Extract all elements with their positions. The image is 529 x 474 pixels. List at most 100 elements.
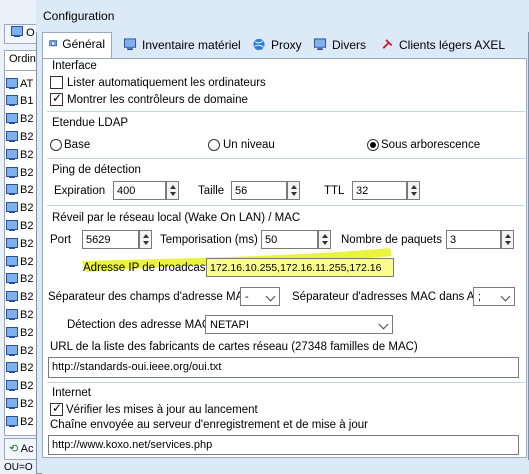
background-list-item[interactable]: B2 <box>6 342 40 359</box>
tab-label: Divers <box>332 38 367 52</box>
background-list-item[interactable]: B2 <box>6 271 40 288</box>
tab-label: Inventaire matériel <box>142 38 241 52</box>
monitor-icon <box>123 38 137 51</box>
background-list-item[interactable]: B2 <box>6 324 40 341</box>
background-list-item[interactable]: B2 <box>6 289 40 306</box>
background-list-item-label: B2 <box>20 184 34 197</box>
background-list-item[interactable]: B2 <box>6 378 40 395</box>
dialog-title: Configuration <box>43 9 115 23</box>
check-updates-checkbox[interactable] <box>50 401 63 416</box>
computer-icon <box>6 113 18 125</box>
radio-base[interactable] <box>50 139 62 151</box>
background-list-item[interactable]: B2 <box>6 395 40 412</box>
computer-icon <box>11 26 23 37</box>
dialog-footer <box>42 460 529 474</box>
size-label: Taille <box>198 185 225 197</box>
background-list-item[interactable]: B2 <box>6 128 40 145</box>
show-dc-checkbox[interactable] <box>50 91 63 106</box>
background-list-item-label: B2 <box>20 166 34 179</box>
background-list-item[interactable]: AT <box>6 75 40 92</box>
background-list-item-label: B2 <box>20 130 34 143</box>
background-list-item[interactable]: B1 <box>6 93 40 110</box>
background-list-item-label: B2 <box>20 362 34 375</box>
vendor-url-input[interactable]: http://standards-oui.ieee.org/oui.txt <box>48 357 519 378</box>
computer-icon <box>6 255 18 267</box>
background-list-item[interactable]: B2 <box>6 182 40 199</box>
background-list-item[interactable]: B2 <box>6 217 40 234</box>
tab-inventory[interactable]: Inventaire matériel <box>117 34 247 58</box>
expiration-input[interactable]: 400 <box>113 181 166 200</box>
background-list-item-label: B2 <box>20 255 34 268</box>
tab-divers[interactable]: Divers <box>307 34 372 58</box>
mac-detection-select[interactable]: NETAPI <box>205 315 393 334</box>
background-list-item[interactable]: B2 <box>6 111 40 128</box>
background-list-item[interactable]: B2 <box>6 306 40 323</box>
computer-icon <box>6 219 18 231</box>
tab-thin-clients[interactable]: Clients légers AXEL <box>374 34 511 58</box>
background-list-item[interactable]: B2 <box>6 164 40 181</box>
packets-input[interactable]: 3 <box>446 230 501 249</box>
computer-icon <box>6 326 18 338</box>
background-list-item-label: B2 <box>20 291 34 304</box>
background-list-item-label: B2 <box>20 397 34 410</box>
radio-one-level[interactable] <box>208 139 220 151</box>
background-list-item[interactable]: B2 <box>6 253 40 270</box>
background-list-item[interactable]: B2 <box>6 235 40 252</box>
registration-string-label: Chaîne envoyée au serveur d'enregistreme… <box>50 419 368 431</box>
background-list-item-label: AT <box>20 77 34 90</box>
show-dc-label: Montrer les contrôleurs de domaine <box>67 94 248 106</box>
auto-list-checkbox[interactable] <box>50 76 63 89</box>
background-list-item-label: B2 <box>20 308 34 321</box>
computer-icon <box>6 166 18 178</box>
background-button-label: Ac <box>20 443 34 455</box>
background-list-item-label: B1 <box>20 95 34 108</box>
section-divider <box>47 111 525 112</box>
computer-icon <box>6 148 18 160</box>
expiration-label: Expiration <box>54 185 106 197</box>
size-input[interactable]: 56 <box>231 181 287 200</box>
packets-spinner[interactable] <box>501 230 514 249</box>
background-action-button[interactable]: ⟲ Ac <box>4 438 40 460</box>
expiration-spinner[interactable] <box>166 181 179 200</box>
background-tab[interactable]: O <box>4 24 40 44</box>
check-updates-label: Vérifier les mises à jour au lancement <box>66 404 258 416</box>
computer-icon <box>6 202 18 214</box>
section-ldap-title: Etendue LDAP <box>52 117 129 129</box>
radio-subtree[interactable] <box>367 139 379 151</box>
ttl-spinner[interactable] <box>407 181 420 200</box>
chevron-down-icon <box>500 291 511 302</box>
mac-separator-select[interactable]: - <box>240 287 280 306</box>
background-list-item-label: B2 <box>20 326 34 339</box>
background-tab-computers[interactable]: Ordina <box>4 50 42 70</box>
background-list-item[interactable]: B2 <box>6 413 40 430</box>
background-list-item[interactable]: B2 <box>6 360 40 377</box>
background-list-item[interactable]: B2 <box>6 146 40 163</box>
tab-label: Proxy <box>271 38 302 52</box>
refresh-icon: ⟲ <box>9 443 19 455</box>
settings-icon <box>49 40 58 47</box>
radio-subtree-label: Sous arborescence <box>381 139 481 151</box>
section-ping-title: Ping de détection <box>52 164 141 176</box>
broadcast-input[interactable]: 172.16.10.255,172.16.11.255,172.16 <box>206 258 394 277</box>
mac-ad-separator-select[interactable]: ; <box>473 287 515 306</box>
tab-proxy[interactable]: Proxy <box>246 34 308 58</box>
auto-list-label: Lister automatiquement les ordinateurs <box>67 77 266 89</box>
background-list-item[interactable]: B2 <box>6 200 40 217</box>
background-list-item-label: B2 <box>20 344 34 357</box>
radio-base-label: Base <box>64 139 91 151</box>
chevron-down-icon <box>378 319 389 330</box>
computer-icon <box>6 184 18 196</box>
section-divider <box>47 205 525 206</box>
registration-string-input[interactable]: http://www.koxo.net/services.php <box>48 435 519 455</box>
tab-label: Clients légers AXEL <box>399 38 506 52</box>
vendor-url-label: URL de la liste des fabricants de cartes… <box>50 341 418 353</box>
background-list-item-label: B2 <box>20 219 34 232</box>
tab-general[interactable]: Général <box>42 32 112 59</box>
tab-label: Général <box>62 37 105 51</box>
ttl-input[interactable]: 32 <box>352 181 407 200</box>
size-spinner[interactable] <box>287 181 300 200</box>
computer-icon <box>6 273 18 285</box>
computer-icon <box>6 95 18 107</box>
background-list-item-label: B2 <box>20 113 34 126</box>
background-list-item-label: B2 <box>20 148 34 161</box>
